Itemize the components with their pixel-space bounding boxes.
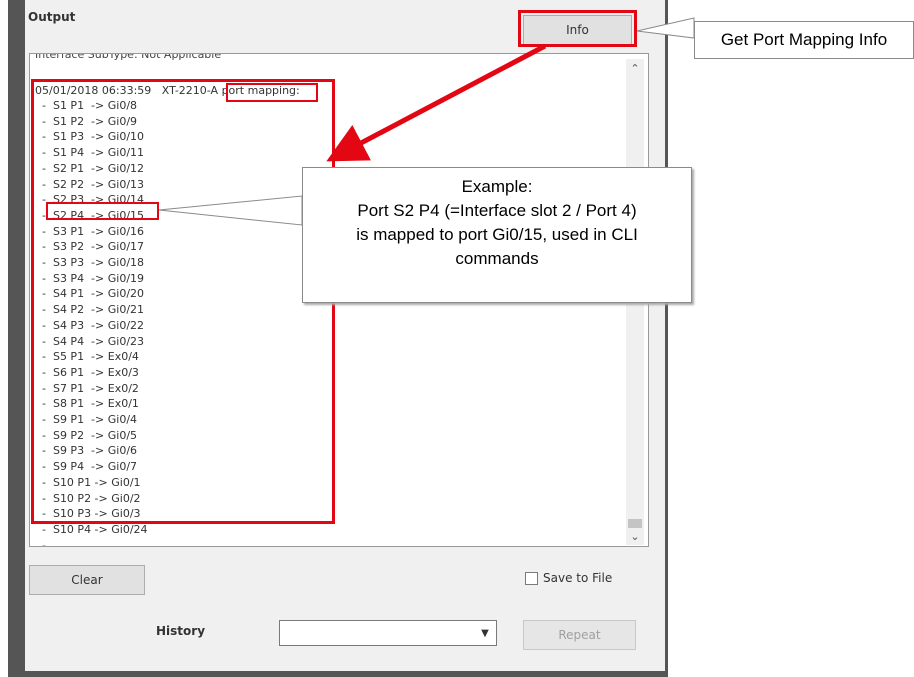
get-port-mapping-callout: Get Port Mapping Info bbox=[694, 21, 914, 59]
history-dropdown[interactable]: ▼ bbox=[279, 620, 497, 646]
output-previous-line: Interface SubType: Not Applicable bbox=[35, 53, 222, 61]
example-callout-line: is mapped to port Gi0/15, used in CLI bbox=[356, 225, 638, 244]
scroll-down-icon[interactable]: ⌄ bbox=[626, 527, 644, 545]
example-callout: Example: Port S2 P4 (=Interface slot 2 /… bbox=[302, 167, 692, 303]
save-to-file-checkbox[interactable] bbox=[525, 571, 538, 585]
example-callout-line: Example: bbox=[461, 177, 533, 196]
save-to-file-label: Save to File bbox=[543, 571, 613, 585]
port-mapping-label-highlight bbox=[226, 83, 318, 102]
s2-p4-highlight bbox=[46, 202, 159, 220]
save-to-file-option[interactable]: Save to File bbox=[525, 571, 612, 585]
scroll-up-icon[interactable]: ⌃ bbox=[626, 59, 644, 77]
example-callout-line: commands bbox=[455, 249, 539, 268]
output-section-title: Output bbox=[28, 10, 76, 24]
chevron-down-icon[interactable]: ▼ bbox=[476, 623, 494, 643]
port-mapping-highlight-box bbox=[31, 79, 335, 524]
output-line: - ... bbox=[35, 538, 64, 547]
repeat-button[interactable]: Repeat bbox=[523, 620, 636, 650]
output-line: - S10 P4 -> Gi0/24 bbox=[35, 522, 148, 536]
clear-button[interactable]: Clear bbox=[29, 565, 145, 595]
example-callout-line: Port S2 P4 (=Interface slot 2 / Port 4) bbox=[357, 201, 637, 220]
history-label: History bbox=[156, 624, 206, 638]
info-button-highlight bbox=[518, 10, 637, 47]
